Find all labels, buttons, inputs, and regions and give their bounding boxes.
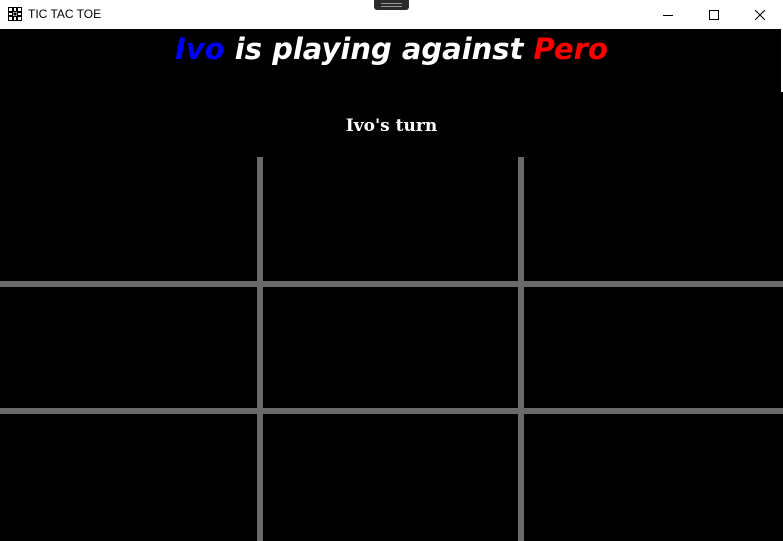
board-cell-8[interactable]	[263, 415, 518, 541]
grid-line-horizontal-1	[0, 281, 783, 287]
turn-indicator: Ivo's turn	[345, 116, 438, 136]
maximize-button[interactable]	[691, 0, 737, 29]
board-cell-5[interactable]	[263, 287, 518, 409]
player2-name: Pero	[533, 32, 608, 66]
app-window: TIC TAC TOE Ivo is playing against Pero …	[0, 0, 783, 541]
maximize-icon	[709, 9, 719, 20]
drag-handle[interactable]	[374, 0, 409, 10]
close-icon	[755, 9, 765, 20]
board-cell-2[interactable]	[263, 157, 518, 281]
headline-middle-text: is playing against	[224, 32, 534, 66]
player1-name: Ivo	[175, 32, 225, 66]
game-board	[0, 157, 783, 541]
title-bar[interactable]: TIC TAC TOE	[0, 0, 783, 29]
board-cell-1[interactable]	[0, 157, 257, 281]
board-cell-7[interactable]	[0, 415, 257, 541]
close-button[interactable]	[737, 0, 783, 29]
grid-line-vertical-2	[518, 157, 524, 541]
minimize-button[interactable]	[645, 0, 691, 29]
board-cell-6[interactable]	[524, 287, 783, 409]
window-title: TIC TAC TOE	[28, 7, 102, 21]
tic-tac-toe-grid-icon	[8, 7, 22, 21]
board-cell-3[interactable]	[524, 157, 783, 281]
grid-line-horizontal-2	[0, 408, 783, 414]
match-headline: Ivo is playing against Pero	[0, 31, 783, 67]
minimize-icon	[663, 14, 673, 16]
board-cell-4[interactable]	[0, 287, 257, 409]
board-cell-9[interactable]	[524, 415, 783, 541]
grid-line-vertical-1	[257, 157, 263, 541]
